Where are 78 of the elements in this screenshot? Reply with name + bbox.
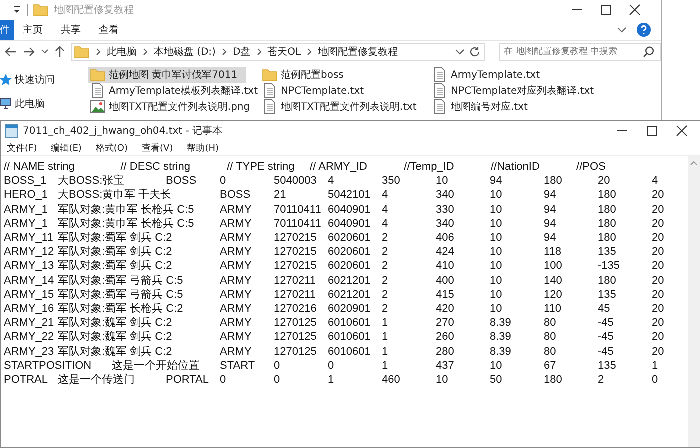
ribbon-tab[interactable]: 件: [0, 20, 14, 40]
window-title: 地图配置修复教程: [54, 4, 134, 17]
search-icon: [643, 46, 655, 58]
ribbon-tab[interactable]: 共享: [52, 20, 90, 40]
document-icon: [432, 83, 448, 99]
text-line: ARMY_11 军队对象:蜀军 剑兵 C:2 ARMY 1270215 6020601 2 406 10 94 180 20: [4, 231, 666, 246]
text-line: ARMY_15 军队对象:蜀军 弓箭兵 C:5 ARMY 1270211 6021201 2 415 10 120 135 20: [4, 288, 666, 302]
file-item[interactable]: NPCTemplate对应列表翻译.txt: [430, 83, 630, 99]
file-item[interactable]: ArmyTemplate模板列表翻译.txt: [88, 83, 260, 99]
maximize-icon[interactable]: [646, 125, 658, 137]
text-line: POTRAL 这是一个传送门 PORTAL 0 0 1 460 10 50 180 2 0: [4, 373, 660, 388]
menu-item[interactable]: 帮助(H): [187, 142, 220, 154]
chevron-down-icon[interactable]: [455, 48, 465, 56]
file-item[interactable]: 范例配置boss: [260, 67, 430, 83]
text-line: // NAME string // DESC string // TYPE string // ARMY_ID //Temp_ID //NationID //POS: [4, 160, 607, 174]
computer-icon: [0, 98, 12, 110]
nav-item[interactable]: 快速访问: [15, 73, 55, 87]
menu-item[interactable]: 编辑(E): [51, 142, 82, 154]
document-icon: [432, 99, 448, 115]
nav-item[interactable]: 此电脑: [15, 97, 45, 111]
breadcrumb-item[interactable]: 此电脑: [106, 45, 137, 59]
breadcrumb-item[interactable]: 地图配置修复教程: [318, 45, 398, 59]
document-icon: [262, 99, 278, 115]
folder-icon: [74, 44, 90, 60]
document-icon: [262, 83, 278, 99]
chevron-right-icon: [306, 48, 314, 56]
text-line: ARMY_1 军队对象:黄巾军 长枪兵 C:5 ARMY 70110411 6040901 4 340 10 94 180 20: [4, 216, 666, 232]
back-icon[interactable]: [5, 47, 17, 57]
chevron-right-icon: [220, 48, 228, 56]
chevron-down-icon[interactable]: [617, 26, 627, 34]
chevron-right-icon: [142, 48, 149, 56]
maximize-icon[interactable]: [600, 4, 612, 16]
chevron-right-icon: [94, 48, 102, 56]
folder-icon: [262, 67, 278, 83]
file-item[interactable]: 范例地图 黄巾军讨伐军7011: [88, 67, 246, 83]
help-icon[interactable]: [637, 23, 651, 37]
file-item[interactable]: 地图TXT配置文件列表说明.txt: [260, 99, 430, 115]
document-icon: [90, 83, 106, 99]
dropdown-icon[interactable]: [12, 5, 22, 15]
folder-icon: [33, 2, 49, 18]
file-item[interactable]: NPCTemplate.txt: [260, 83, 430, 99]
text-line: ARMY_23 军队对象:魏军 剑兵 C:2 ARMY 1270125 6010601 1 280 8.39 80 -45 20: [4, 344, 666, 359]
text-line: HERO_1 大BOSS:黄巾军 千夫长 BOSS 21 5042101 4 340 10 94 180 20: [4, 188, 666, 203]
chevron-right-icon: [256, 48, 263, 56]
ribbon-tab[interactable]: 查看: [90, 20, 128, 40]
text-line: STARTPOSITION 这是一个开始位置 START 0 0 1 437 10 67 135 1: [4, 358, 660, 374]
close-icon[interactable]: [676, 125, 688, 137]
scrollbar[interactable]: [688, 156, 700, 447]
text-line: BOSS_1 大BOSS:张宝 BOSS 0 5040003 4 350 10 94 180 20 4: [4, 174, 660, 188]
folder-icon: [90, 67, 106, 83]
window-title: 7011_ch_402_j_hwang_oh04.txt - 记事本: [23, 124, 223, 138]
text-line: ARMY_16 军队对象:蜀军 长枪兵 C:2 ARMY 1270216 6020901 2 420 10 110 45 20: [4, 302, 666, 316]
text-line: ARMY_21 军队对象:魏军 剑兵 C:2 ARMY 1270125 6010601 1 270 8.39 80 -45 20: [4, 316, 666, 330]
notepad-icon: [5, 123, 19, 139]
text-line: ARMY_22 军队对象:魏军 剑兵 C:2 ARMY 1270125 6010601 1 260 8.39 80 -45 20: [4, 330, 666, 345]
address-bar[interactable]: 此电脑 本地磁盘 (D:) D盘 苍天OL 地图配置修复教程: [70, 43, 485, 61]
text-line: ARMY_1 军队对象:黄巾军 长枪兵 C:5 ARMY 70110411 6040901 4 330 10 94 180 20: [4, 202, 666, 217]
text-line: ARMY_14 军队对象:蜀军 弓箭兵 C:5 ARMY 1270211 6021201 2 400 10 140 180 20: [4, 274, 666, 288]
menu-item[interactable]: 查看(V): [142, 142, 174, 154]
refresh-icon[interactable]: [469, 46, 481, 58]
image-file-icon: [90, 99, 106, 115]
close-icon[interactable]: [629, 4, 641, 16]
text-line: ARMY_13 军队对象:蜀军 剑兵 C:2 ARMY 1270215 6020601 2 410 10 100 -135 20: [4, 259, 666, 274]
breadcrumb-item[interactable]: D盘: [232, 45, 251, 59]
chevron-down-icon[interactable]: [40, 49, 49, 55]
menu-item[interactable]: 格式(O): [96, 142, 128, 154]
menu-item[interactable]: 文件(F): [7, 142, 38, 154]
file-item[interactable]: ArmyTemplate.txt: [430, 67, 630, 83]
text-line: ARMY_12 军队对象:蜀军 剑兵 C:2 ARMY 1270215 6020601 2 424 10 118 135 20: [4, 245, 666, 260]
breadcrumb-item[interactable]: 本地磁盘 (D:): [154, 45, 216, 59]
file-item[interactable]: 地图TXT配置文件列表说明.png: [88, 99, 260, 115]
breadcrumb-item[interactable]: 苍天OL: [268, 45, 302, 59]
file-item[interactable]: 地图编号对应.txt: [430, 99, 630, 115]
up-icon[interactable]: [54, 46, 65, 58]
forward-icon[interactable]: [22, 47, 35, 57]
star-icon: [0, 74, 12, 86]
document-icon: [432, 67, 448, 83]
ribbon-tab[interactable]: 主页: [14, 20, 52, 40]
